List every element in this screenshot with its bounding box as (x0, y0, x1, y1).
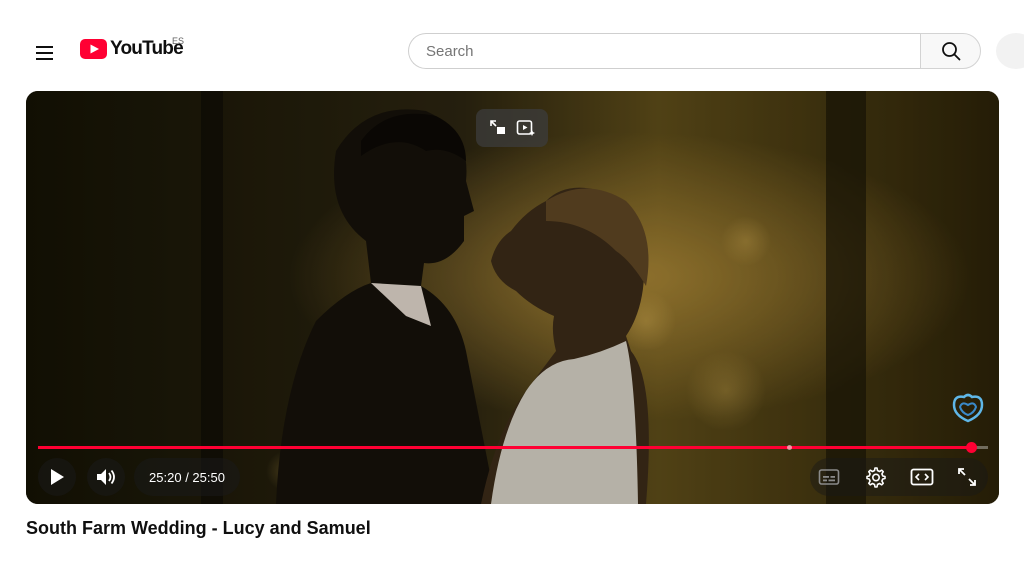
time-display: 25:20 / 25:50 (134, 458, 240, 496)
youtube-play-logo-icon (80, 39, 107, 59)
theater-mode-button[interactable] (903, 458, 941, 496)
search-button[interactable] (920, 33, 981, 69)
theater-mode-icon (910, 468, 934, 486)
youtube-logo[interactable]: YouTube ES (80, 36, 185, 60)
play-icon (51, 469, 64, 485)
progress-played (38, 446, 971, 449)
subtitles-icon (818, 469, 840, 485)
progress-scrubber[interactable] (965, 442, 977, 453)
subtitles-button[interactable] (810, 458, 848, 496)
channel-watermark-icon[interactable] (946, 391, 990, 425)
gear-icon (866, 467, 886, 488)
video-frame (26, 91, 999, 504)
play-button[interactable] (38, 458, 76, 496)
top-overlay-controls (476, 109, 548, 147)
miniplayer-button[interactable] (486, 116, 510, 140)
time-text: 25:20 / 25:50 (149, 469, 225, 485)
menu-button[interactable] (28, 36, 62, 70)
fullscreen-icon (958, 468, 976, 486)
search-icon (941, 42, 960, 61)
play-preview-icon (516, 120, 535, 136)
hamburger-menu-icon (36, 46, 53, 60)
video-title: South Farm Wedding - Lucy and Samuel (26, 518, 371, 538)
volume-icon (97, 469, 115, 485)
right-controls (810, 458, 988, 496)
search-input[interactable] (424, 41, 920, 61)
volume-button[interactable] (87, 458, 125, 496)
miniplayer-icon (490, 120, 505, 134)
country-code: ES (172, 36, 185, 46)
search-box[interactable] (408, 33, 920, 69)
chapter-marker (786, 445, 792, 450)
settings-button[interactable] (856, 458, 894, 496)
voice-search-button[interactable] (996, 33, 1024, 69)
fullscreen-button[interactable] (948, 458, 986, 496)
autoplay-preview-button[interactable] (514, 116, 538, 140)
video-player[interactable]: 25:20 / 25:50 (26, 91, 999, 504)
progress-bar[interactable] (38, 442, 988, 453)
